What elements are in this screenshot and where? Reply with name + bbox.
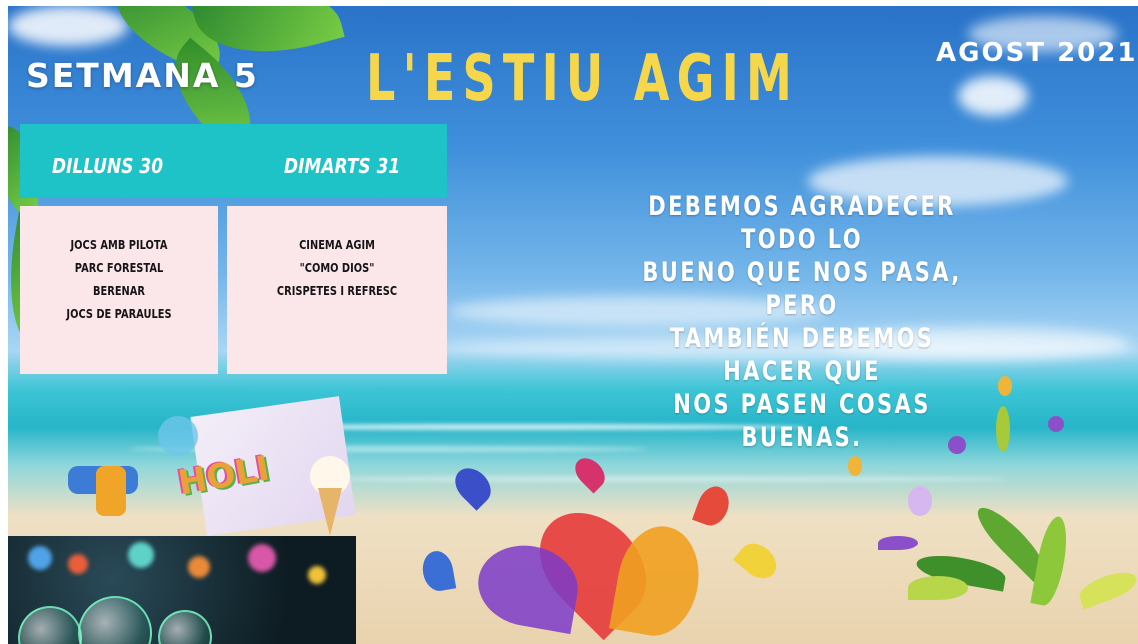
activity-list: CINEMA AGIM "COMO DIOS" CRISPETES I REFR… [227,206,447,303]
activity-item: "COMO DIOS" [299,261,375,275]
holi-sticker: HOLI [68,396,358,536]
activity-item: CINEMA AGIM [299,238,375,252]
quote-line: NOS PASEN COSAS BUENAS. [673,389,931,453]
page-title: L'ESTIU AGIM [366,42,800,116]
activity-item: CRISPETES I REFRESC [276,284,398,298]
watercolor-flower [398,446,798,644]
beach-background: HOLI SETMANA 5 L'ESTIU AGIM AGOST 2021 D… [8,6,1138,644]
activity-item: PARC FORESTAL [74,261,164,275]
day-label: DILLUNS 30 [52,154,164,178]
quote-line: BUENO QUE NOS PASA, PERO [642,257,962,321]
day-card: CINEMA AGIM "COMO DIOS" CRISPETES I REFR… [227,206,447,374]
activity-item: JOCS DE PARAULES [66,307,172,321]
activity-item: JOCS AMB PILOTA [70,238,168,252]
day-card: JOCS AMB PILOTA PARC FORESTAL BERENAR JO… [20,206,218,374]
bubbles-photo [8,536,356,644]
schedule-header: DILLUNS 30 DIMARTS 31 [20,124,447,198]
quote-line: TAMBIÉN DEBEMOS HACER QUE [669,323,935,387]
day-label: DIMARTS 31 [284,154,401,178]
quote: DEBEMOS AGRADECER TODO LO BUENO QUE NOS … [630,190,973,454]
activity-list: JOCS AMB PILOTA PARC FORESTAL BERENAR JO… [20,206,218,326]
date-label: AGOST 2021 [936,38,1138,68]
activity-item: BERENAR [93,284,145,298]
quote-line: DEBEMOS AGRADECER TODO LO [648,191,956,255]
week-label: SETMANA 5 [26,56,259,95]
